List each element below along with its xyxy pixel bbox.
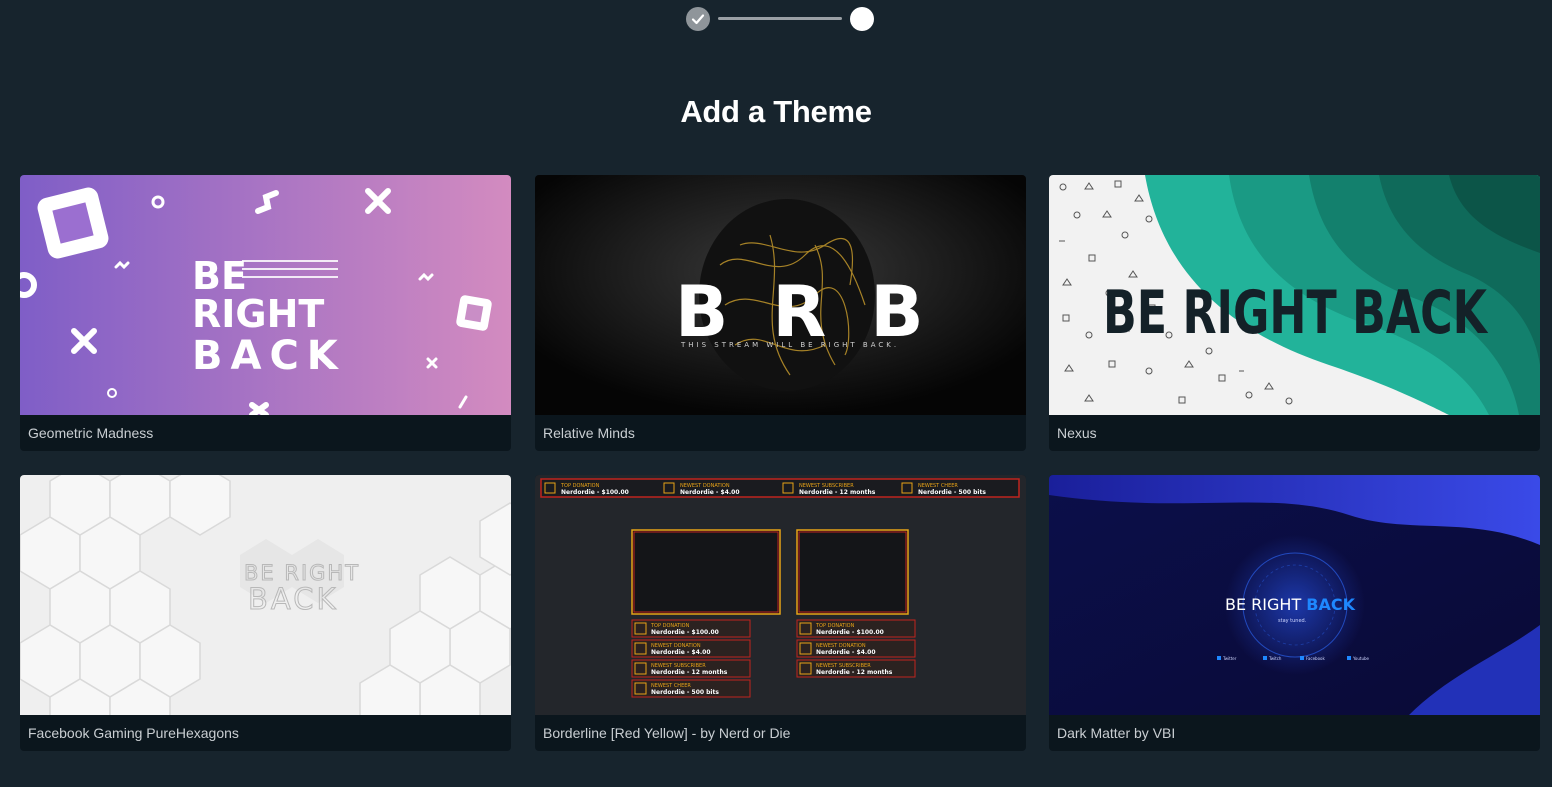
alert-value: Nerdordie - $4.00: [680, 489, 740, 496]
theme-card-relative-minds[interactable]: BRB THIS STREAM WILL BE RIGHT BACK. Rela…: [535, 175, 1026, 451]
preview-text: RIGHT: [192, 292, 324, 336]
social-label: Youtube: [1352, 656, 1370, 661]
social-label: Twitter: [1222, 656, 1237, 661]
theme-thumbnail: BE RIGHT BACK stay tuned. Twitter Twitch…: [1049, 475, 1540, 715]
theme-name: Geometric Madness: [28, 425, 154, 441]
alert-value: Nerdordie - $100.00: [561, 489, 629, 496]
alert-value: Nerdordie - 12 months: [816, 669, 893, 676]
theme-card-geometric-madness[interactable]: BE RIGHT BACK Geometric Madness: [20, 175, 511, 451]
theme-card-borderline[interactable]: TOP DONATION NEWEST DONATION NEWEST SUBS…: [535, 475, 1026, 751]
theme-thumbnail: BE RIGHT BACK: [20, 175, 511, 415]
theme-thumbnail: TOP DONATION NEWEST DONATION NEWEST SUBS…: [535, 475, 1026, 715]
step-complete-indicator: [686, 7, 710, 31]
stepper: [686, 7, 876, 31]
theme-thumbnail: BE RIGHT BACK: [20, 475, 511, 715]
social-label: Facebook: [1306, 656, 1325, 661]
preview-text: BACK: [248, 582, 339, 616]
alert-value: Nerdordie - $100.00: [816, 629, 884, 636]
theme-name: Facebook Gaming PureHexagons: [28, 725, 239, 741]
alert-value: Nerdordie - $4.00: [816, 649, 876, 656]
preview-text: BE RIGHT BACK: [1103, 278, 1489, 348]
step-connector: [718, 17, 842, 20]
theme-thumbnail: BRB THIS STREAM WILL BE RIGHT BACK.: [535, 175, 1026, 415]
alert-value: Nerdordie - $100.00: [651, 629, 719, 636]
theme-card-nexus[interactable]: BE RIGHT BACK Nexus: [1049, 175, 1540, 451]
preview-subtitle: stay tuned.: [1278, 618, 1307, 624]
alert-value: Nerdordie - 12 months: [651, 669, 728, 676]
theme-card-purehexagons[interactable]: BE RIGHT BACK Facebook Gaming PureHexago…: [20, 475, 511, 751]
theme-name: Dark Matter by VBI: [1057, 725, 1176, 741]
social-label: Twitch: [1268, 656, 1282, 661]
alert-value: Nerdordie - 500 bits: [651, 689, 719, 696]
step-current-indicator: [850, 7, 874, 31]
preview-text: BE RIGHT BACK: [1225, 595, 1356, 614]
page-title: Add a Theme: [680, 94, 872, 129]
alert-value: Nerdordie - 12 months: [799, 489, 876, 496]
alert-value: Nerdordie - $4.00: [651, 649, 711, 656]
theme-name: Nexus: [1057, 425, 1097, 441]
theme-card-dark-matter[interactable]: BE RIGHT BACK stay tuned. Twitter Twitch…: [1049, 475, 1540, 751]
theme-name: Borderline [Red Yellow] - by Nerd or Die: [543, 725, 791, 741]
theme-name: Relative Minds: [543, 425, 635, 441]
alert-value: Nerdordie - 500 bits: [918, 489, 986, 496]
preview-text: THIS STREAM WILL BE RIGHT BACK.: [680, 341, 899, 349]
theme-thumbnail: BE RIGHT BACK: [1049, 175, 1540, 415]
checkmark-icon: [691, 14, 705, 25]
preview-text: BACK: [192, 333, 346, 379]
